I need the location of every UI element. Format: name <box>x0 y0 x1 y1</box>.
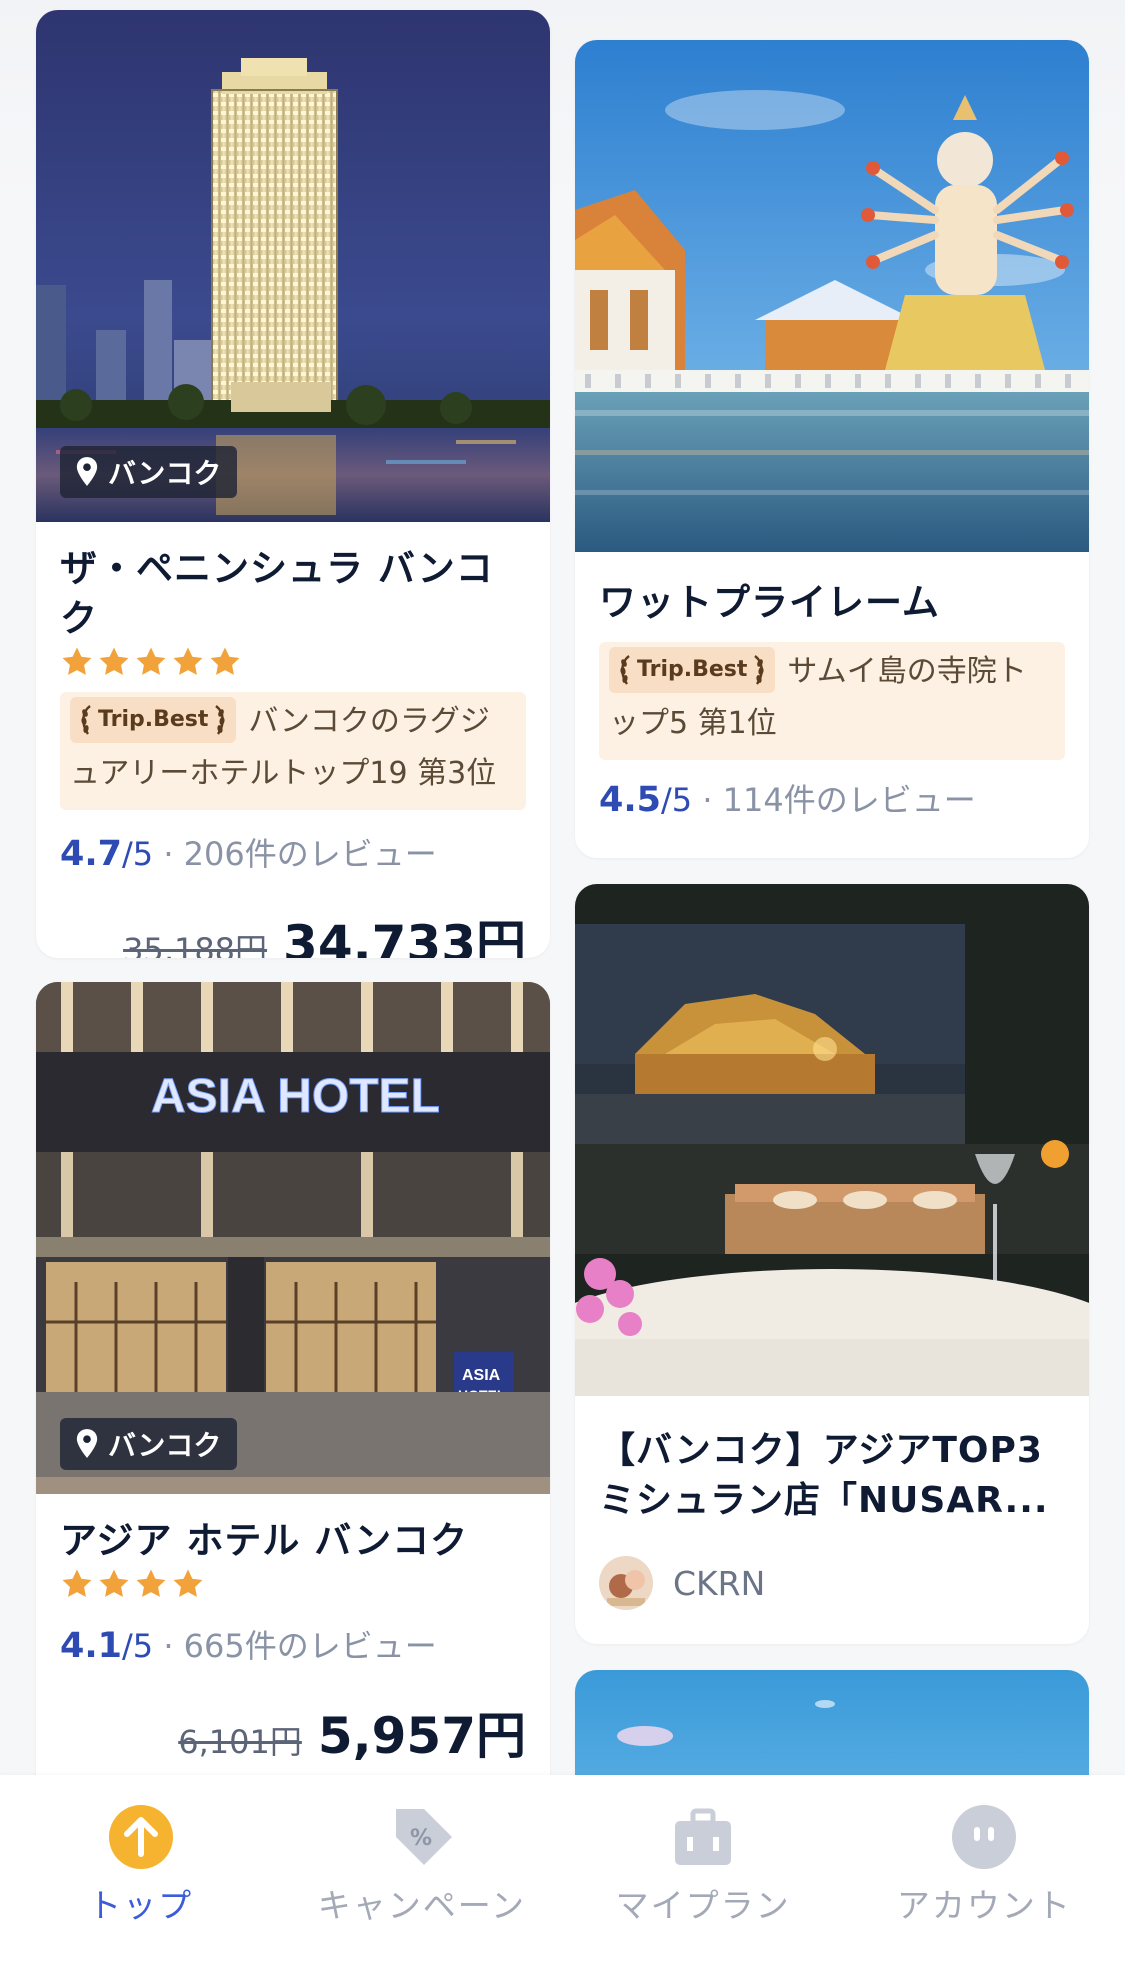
review-rating: 4.7/5 · 206件のレビュー <box>60 832 526 876</box>
nav-tab-campaign[interactable]: % キャンペーン <box>302 1803 542 1927</box>
rating-scale: /5 <box>122 835 154 873</box>
nav-label: トップ <box>88 1886 194 1925</box>
review-rating: 4.5/5 · 114件のレビュー <box>599 778 1065 822</box>
hotel-title: ザ・ペニンシュラ バンコク <box>60 547 494 640</box>
laurel-icon <box>78 704 94 736</box>
article-card-nusara[interactable]: 【バンコク】アジアTOP3ミシュラン店「NUSAR... CKRN <box>575 884 1089 1644</box>
rating-score: 4.5 <box>599 780 662 820</box>
star-icon <box>60 1567 94 1601</box>
trip-best-logo-text: Trip.Best <box>637 656 748 682</box>
star-rating <box>60 1566 526 1602</box>
price-row: 35,188円 34,733円 <box>60 904 526 958</box>
nav-tab-top[interactable]: トップ <box>21 1803 261 1927</box>
star-icon <box>97 1567 131 1601</box>
review-count: · 114件のレビュー <box>692 781 976 819</box>
hotel-photo-peninsula: バンコク <box>36 10 550 522</box>
svg-text:ASIA: ASIA <box>462 1367 501 1384</box>
nav-tab-account[interactable]: アカウント <box>864 1803 1104 1927</box>
author-avatar <box>599 1556 653 1610</box>
trip-best-award[interactable]: Trip.Best サムイ島の寺院トップ5 第1位 <box>599 642 1065 760</box>
rating-scale: /5 <box>122 1627 154 1665</box>
hotel-card-asia-hotel[interactable]: ASIA HOTEL ASIA バンコク アジア ホテル バンコク 4.1/5 … <box>36 982 550 1812</box>
location-pin-icon <box>74 1428 100 1460</box>
star-icon <box>208 645 242 679</box>
nav-label: アカウント <box>896 1886 1072 1925</box>
svg-text:%: % <box>410 1826 432 1851</box>
review-count: · 665件のレビュー <box>153 1627 437 1665</box>
hotel-photo-asia-hotel: ASIA HOTEL ASIA バンコク <box>36 982 550 1494</box>
discount-tag-icon: % <box>395 1809 452 1865</box>
rating-score: 4.1 <box>60 1626 123 1666</box>
review-count: · 206件のレビュー <box>153 835 437 873</box>
current-price: 34,733円 <box>283 915 526 958</box>
hotel-title: アジア ホテル バンコク <box>60 1519 469 1562</box>
article-title: 【バンコク】アジアTOP3ミシュラン店「NUSAR... <box>599 1430 1049 1521</box>
current-price: 5,957円 <box>317 1707 526 1765</box>
location-badge: バンコク <box>60 1418 238 1470</box>
briefcase-icon <box>675 1808 732 1865</box>
bottom-navigation: トップ % キャンペーン マイプラン アカウント <box>0 1775 1125 1961</box>
nav-tab-myplan[interactable]: マイプラン <box>583 1803 823 1927</box>
author-name: CKRN <box>673 1563 766 1603</box>
review-rating: 4.1/5 · 665件のレビュー <box>60 1624 526 1668</box>
star-icon <box>171 645 205 679</box>
laurel-icon <box>751 654 767 686</box>
trip-best-logo: Trip.Best <box>609 646 776 693</box>
location-pin-icon <box>74 456 100 488</box>
star-icon <box>171 1567 205 1601</box>
trip-best-logo: Trip.Best <box>70 696 237 743</box>
arrow-up-icon <box>108 1805 173 1869</box>
laurel-icon <box>617 654 633 686</box>
attraction-title: ワットプライレーム <box>599 581 940 624</box>
attraction-card-wat-plai-laem[interactable]: ワットプライレーム Trip.Best サムイ島の寺院トップ5 第1位 4.5/… <box>575 40 1089 858</box>
star-rating <box>60 644 526 680</box>
laurel-icon <box>212 704 228 736</box>
price-row: 6,101円 5,957円 <box>60 1696 526 1768</box>
nav-label: キャンペーン <box>317 1886 527 1925</box>
location-badge: バンコク <box>60 446 238 498</box>
star-icon <box>60 645 94 679</box>
attraction-photo-wat <box>575 40 1089 552</box>
location-label: バンコク <box>108 1429 222 1462</box>
account-face-icon <box>952 1805 1017 1869</box>
hotel-card-peninsula[interactable]: バンコク ザ・ペニンシュラ バンコク Trip.Best バンコクのラグジュアリ… <box>36 10 550 958</box>
original-price: 35,188円 <box>123 931 268 958</box>
star-icon <box>134 1567 168 1601</box>
article-photo-nusara <box>575 884 1089 1396</box>
trip-best-award[interactable]: Trip.Best バンコクのラグジュアリーホテルトップ19 第3位 <box>60 692 526 810</box>
star-icon <box>134 645 168 679</box>
location-label: バンコク <box>108 457 222 490</box>
trip-best-logo-text: Trip.Best <box>98 706 209 732</box>
rating-scale: /5 <box>661 781 693 819</box>
rating-score: 4.7 <box>60 834 123 874</box>
star-icon <box>97 645 131 679</box>
original-price: 6,101円 <box>178 1723 302 1761</box>
nav-label: マイプラン <box>615 1886 791 1925</box>
article-author: CKRN <box>599 1556 1065 1610</box>
asia-hotel-sign: ASIA HOTEL <box>151 1070 440 1123</box>
